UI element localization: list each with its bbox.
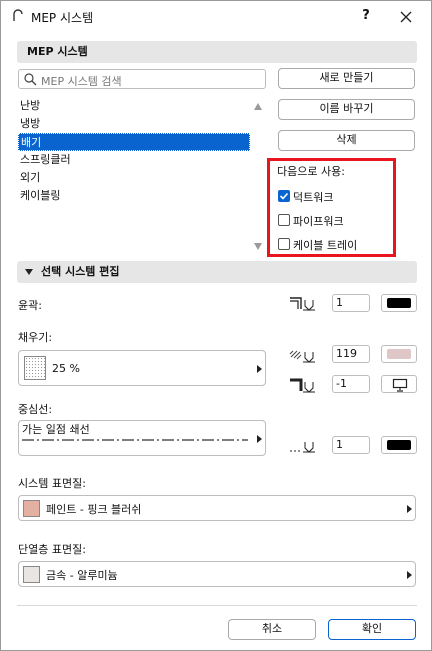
insulation-surface-label: 단열층 표면질: — [18, 543, 86, 556]
insulation-surface-swatch — [23, 566, 40, 583]
title-bar: MEP 시스템 ? — [1, 1, 431, 33]
contour-pen-swatch — [387, 298, 411, 308]
ductwork-checkbox[interactable] — [278, 190, 290, 202]
systems-list: 난방 냉방 배기 스프링클러 외기 케이블링 — [18, 97, 250, 257]
delete-button[interactable]: 삭제 — [278, 130, 415, 151]
footer-divider — [17, 605, 417, 606]
scroll-up-icon[interactable] — [254, 103, 262, 110]
mep-systems-section-header: MEP 시스템 — [17, 41, 417, 63]
search-icon — [24, 73, 37, 86]
help-button[interactable]: ? — [358, 8, 374, 23]
pipework-checkbox[interactable] — [278, 214, 290, 226]
ductwork-label: 덕트워크 — [293, 191, 334, 204]
fill-background-color-button[interactable] — [381, 375, 417, 393]
search-input[interactable]: MEP 시스템 검색 — [18, 69, 266, 89]
centerline-pen-icon — [290, 442, 315, 453]
fill-background-pen-icon — [290, 378, 315, 393]
edit-section-title: 선택 시스템 편집 — [41, 265, 120, 278]
checkmark-icon — [279, 192, 289, 200]
cable-tray-label: 케이블 트레이 — [293, 239, 358, 252]
insulation-surface-value: 금속 - 알루미늄 — [46, 569, 118, 582]
system-surface-label: 시스템 표면질: — [18, 477, 86, 490]
list-item-sprinkler[interactable]: 스프링클러 — [18, 151, 250, 169]
contour-pen-color-button[interactable] — [381, 294, 417, 312]
mep-systems-dialog: MEP 시스템 ? MEP 시스템 MEP 시스템 검색 새로 만들기 이름 바… — [0, 0, 432, 651]
insulation-surface-arrow-icon — [407, 571, 412, 579]
fill-foreground-pen-icon — [289, 350, 315, 363]
close-icon[interactable] — [396, 7, 416, 27]
system-surface-dropdown[interactable]: 페인트 - 핑크 블러쉬 — [18, 495, 416, 521]
fill-foreground-pen-input[interactable]: 119 — [332, 345, 370, 363]
monitor-icon — [392, 378, 408, 392]
new-button[interactable]: 새로 만들기 — [278, 68, 415, 89]
centerline-arrow-icon — [257, 435, 262, 443]
rename-button[interactable]: 이름 바꾸기 — [278, 99, 415, 120]
fill-background-pen-input[interactable]: -1 — [332, 375, 370, 393]
list-item-cabling[interactable]: 케이블링 — [18, 187, 250, 205]
centerline-label: 중심선: — [18, 403, 53, 416]
contour-pen-input[interactable]: 1 — [332, 294, 370, 312]
edit-section-header[interactable]: 선택 시스템 편집 — [17, 261, 417, 283]
contour-label: 윤곽: — [18, 299, 42, 312]
system-surface-swatch — [23, 500, 40, 517]
list-item-outdoor-air[interactable]: 외기 — [18, 169, 250, 187]
centerline-value: 가는 일점 쇄선 — [22, 423, 90, 436]
fill-pattern-swatch — [24, 356, 46, 380]
centerline-dropdown[interactable]: 가는 일점 쇄선 — [18, 420, 266, 456]
scroll-down-icon[interactable] — [254, 243, 262, 250]
fill-foreground-color-button[interactable] — [381, 345, 417, 363]
centerline-pen-input[interactable]: 1 — [332, 436, 370, 454]
ok-button[interactable]: 확인 — [328, 619, 416, 640]
collapse-triangle-icon — [25, 269, 33, 275]
centerline-pen-swatch — [387, 440, 411, 450]
centerline-pen-color-button[interactable] — [381, 436, 417, 454]
fill-label: 채우기: — [18, 331, 53, 344]
list-item-heating[interactable]: 난방 — [18, 97, 250, 115]
fill-value: 25 % — [52, 362, 80, 375]
app-icon — [13, 9, 23, 21]
fill-foreground-swatch — [387, 349, 411, 359]
cancel-button[interactable]: 취소 — [228, 619, 316, 640]
fill-arrow-icon — [257, 365, 262, 373]
contour-pen-icon — [290, 297, 315, 311]
system-surface-value: 페인트 - 핑크 블러쉬 — [46, 503, 142, 516]
window-title: MEP 시스템 — [31, 11, 94, 25]
list-scrollbar[interactable] — [251, 97, 265, 257]
fill-dropdown[interactable]: 25 % — [18, 350, 266, 386]
use-for-label: 다음으로 사용: — [277, 165, 345, 178]
list-item-exhaust[interactable]: 배기 — [18, 133, 250, 151]
cable-tray-checkbox[interactable] — [278, 238, 290, 250]
insulation-surface-dropdown[interactable]: 금속 - 알루미늄 — [18, 561, 416, 587]
pipework-label: 파이프워크 — [293, 215, 344, 228]
list-item-cooling[interactable]: 냉방 — [18, 115, 250, 133]
system-surface-arrow-icon — [407, 505, 412, 513]
line-type-preview — [22, 439, 248, 441]
search-placeholder: MEP 시스템 검색 — [41, 75, 122, 88]
